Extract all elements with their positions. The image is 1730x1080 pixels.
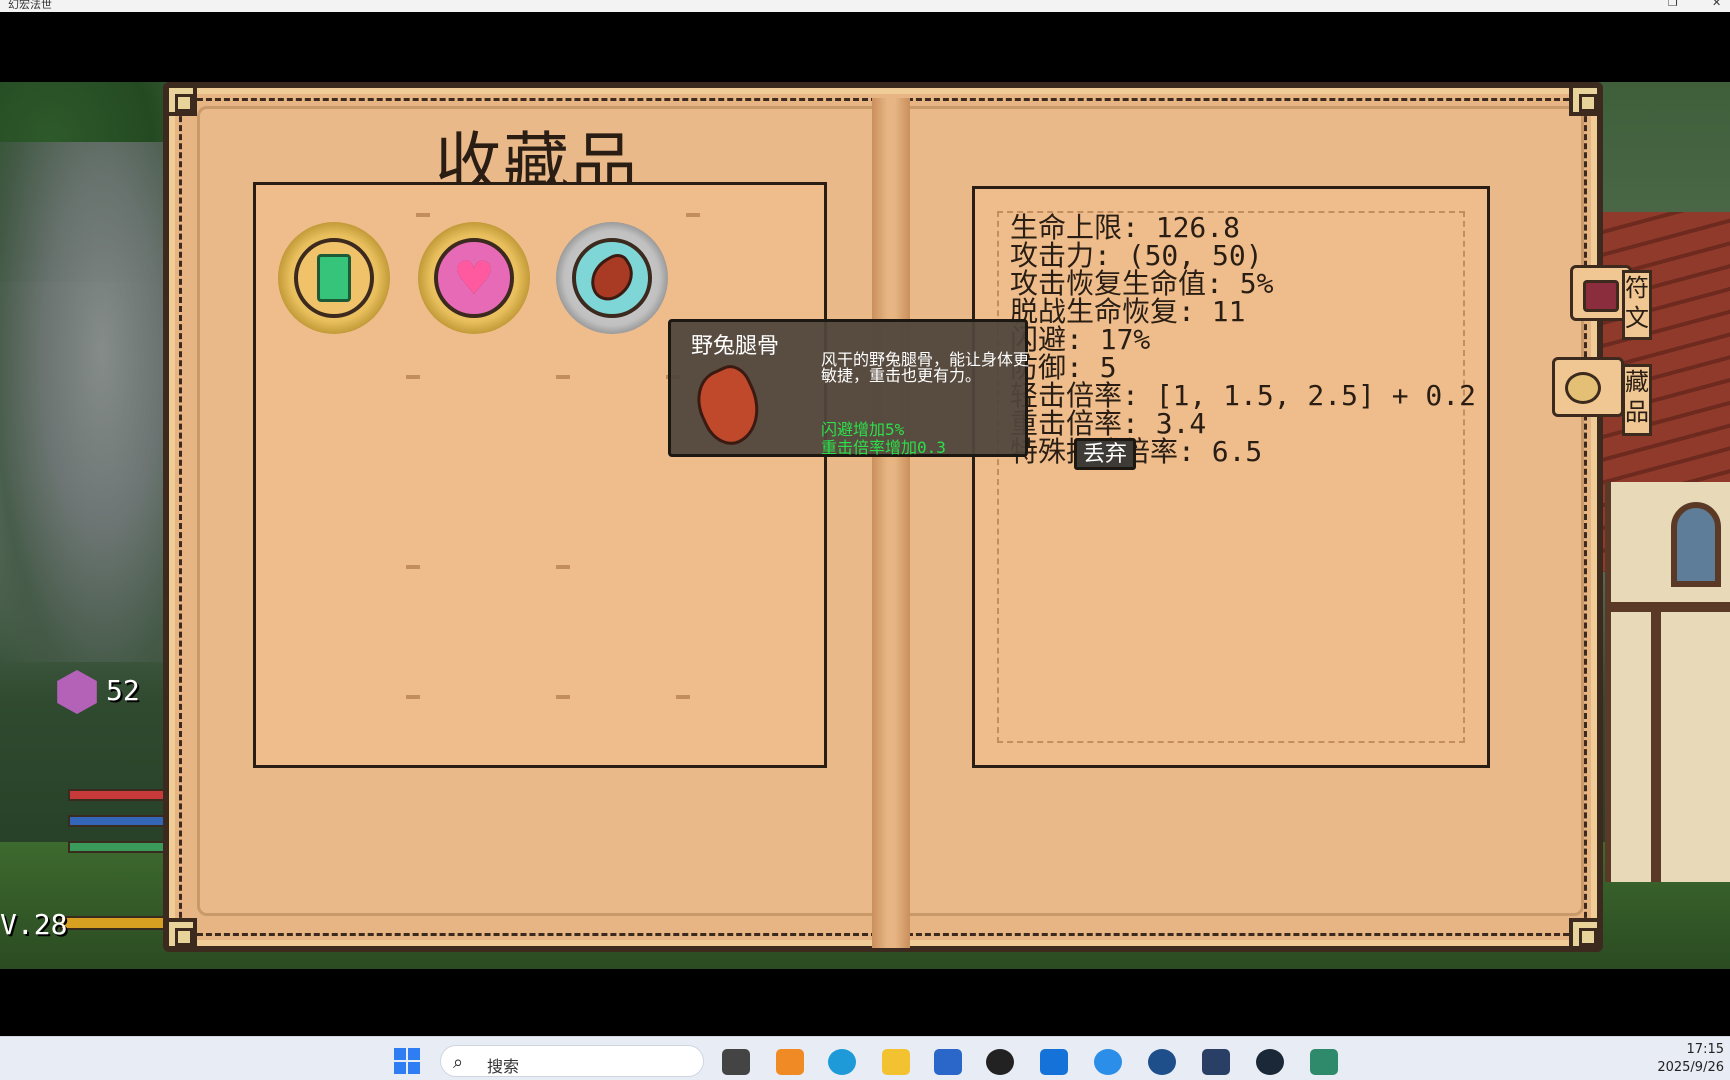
stat-line: 重击倍率: 3.4 <box>1010 407 1207 440</box>
tab-collection-label[interactable]: 藏品 <box>1622 364 1652 436</box>
collection-slot[interactable]: ♥ <box>418 222 530 334</box>
edge-icon[interactable] <box>828 1049 856 1075</box>
green-tablet-icon <box>317 254 351 302</box>
outlook-icon[interactable] <box>1040 1049 1068 1075</box>
corner-ornament <box>1569 918 1601 950</box>
taskbar: ⌕ 搜索 17:15 2025/9/26 <box>0 1036 1730 1080</box>
game-viewport[interactable]: 52 V.28 收藏品 ♥ 生命上限: 126.8 攻击力: (50, 50) … <box>0 82 1730 969</box>
background-rock <box>0 142 170 662</box>
corner-ornament <box>165 918 197 950</box>
search-icon: ⌕ <box>453 1052 464 1073</box>
soul-gem-icon <box>57 670 97 714</box>
item-effect: 重击倍率增加0.3 <box>821 438 946 457</box>
tab-collection[interactable] <box>1552 357 1624 417</box>
book-spine <box>872 98 910 948</box>
collection-slot[interactable] <box>278 222 390 334</box>
mana-bar <box>68 815 173 827</box>
tab-runes-label[interactable]: 符文 <box>1622 270 1652 340</box>
item-tooltip: 野兔腿骨 风干的野兔腿骨，能让身体更敏捷，重击也更有力。 闪避增加5% 重击倍率… <box>668 319 1030 457</box>
search-placeholder: 搜索 <box>487 1057 520 1076</box>
stats-list: 生命上限: 126.8 攻击力: (50, 50) 攻击恢复生命值: 5% 脱战… <box>1010 214 1476 466</box>
gem-count: 52 <box>106 674 140 707</box>
stat-line: 轻击倍率: [1, 1.5, 2.5] + 0.2 <box>1010 379 1477 412</box>
experience-bar <box>60 916 170 930</box>
restore-icon[interactable]: ❐ <box>1668 0 1678 9</box>
item-name: 野兔腿骨 <box>691 334 780 359</box>
heart-icon: ♥ <box>453 251 495 305</box>
taskbar-search[interactable]: ⌕ 搜索 <box>440 1045 704 1077</box>
rabbit-leg-icon <box>582 249 642 307</box>
corner-ornament <box>165 84 197 116</box>
stat-line: 脱战生命恢复: 11 <box>1010 295 1246 328</box>
house-beam <box>1651 612 1661 882</box>
taskbar-clock[interactable]: 17:15 2025/9/26 <box>1657 1041 1724 1077</box>
stat-line: 闪避: 17% <box>1010 323 1151 356</box>
github-icon[interactable] <box>986 1049 1014 1075</box>
stat-line: 攻击力: (50, 50) <box>1010 239 1263 272</box>
snowflake-icon[interactable] <box>1148 1049 1176 1075</box>
steam-icon[interactable] <box>1256 1049 1284 1075</box>
app-icon[interactable] <box>776 1049 804 1075</box>
discard-button[interactable]: 丢弃 <box>1074 438 1137 470</box>
background-house <box>1605 482 1730 882</box>
clock-time: 17:15 <box>1686 1042 1724 1057</box>
stat-line: 攻击恢复生命值: 5% <box>1010 267 1274 300</box>
close-icon[interactable]: ✕ <box>1712 0 1721 9</box>
house-beam <box>1611 602 1730 612</box>
backpack-icon <box>1583 280 1619 312</box>
cat-icon[interactable] <box>1202 1049 1230 1075</box>
game-window-icon[interactable] <box>1310 1049 1338 1075</box>
screen: 幻宏法世 ❐ ✕ 52 V.28 收藏品 ♥ 生命上限: 126.8 攻击力: … <box>0 0 1730 1080</box>
store-icon[interactable] <box>934 1049 962 1075</box>
house-window <box>1671 502 1721 587</box>
stamina-bar <box>68 841 173 853</box>
level-label: V.28 <box>0 908 68 941</box>
stat-line: 生命上限: 126.8 <box>1010 211 1241 244</box>
task-view-icon[interactable] <box>722 1049 750 1075</box>
window-title: 幻宏法世 <box>8 0 52 11</box>
rabbit-leg-icon <box>685 358 773 454</box>
coins-icon <box>1565 372 1601 404</box>
item-description: 风干的野兔腿骨，能让身体更敏捷，重击也更有力。 <box>821 350 1030 385</box>
chat-icon[interactable] <box>1094 1049 1122 1075</box>
start-button[interactable] <box>394 1048 420 1074</box>
window-titlebar: 幻宏法世 ❐ ✕ <box>0 0 1730 12</box>
health-bar <box>68 789 173 801</box>
clock-date: 2025/9/26 <box>1657 1060 1724 1075</box>
collection-slot-selected[interactable] <box>556 222 668 334</box>
stat-line: 防御: 5 <box>1010 351 1117 384</box>
corner-ornament <box>1569 84 1601 116</box>
file-explorer-icon[interactable] <box>882 1049 910 1075</box>
